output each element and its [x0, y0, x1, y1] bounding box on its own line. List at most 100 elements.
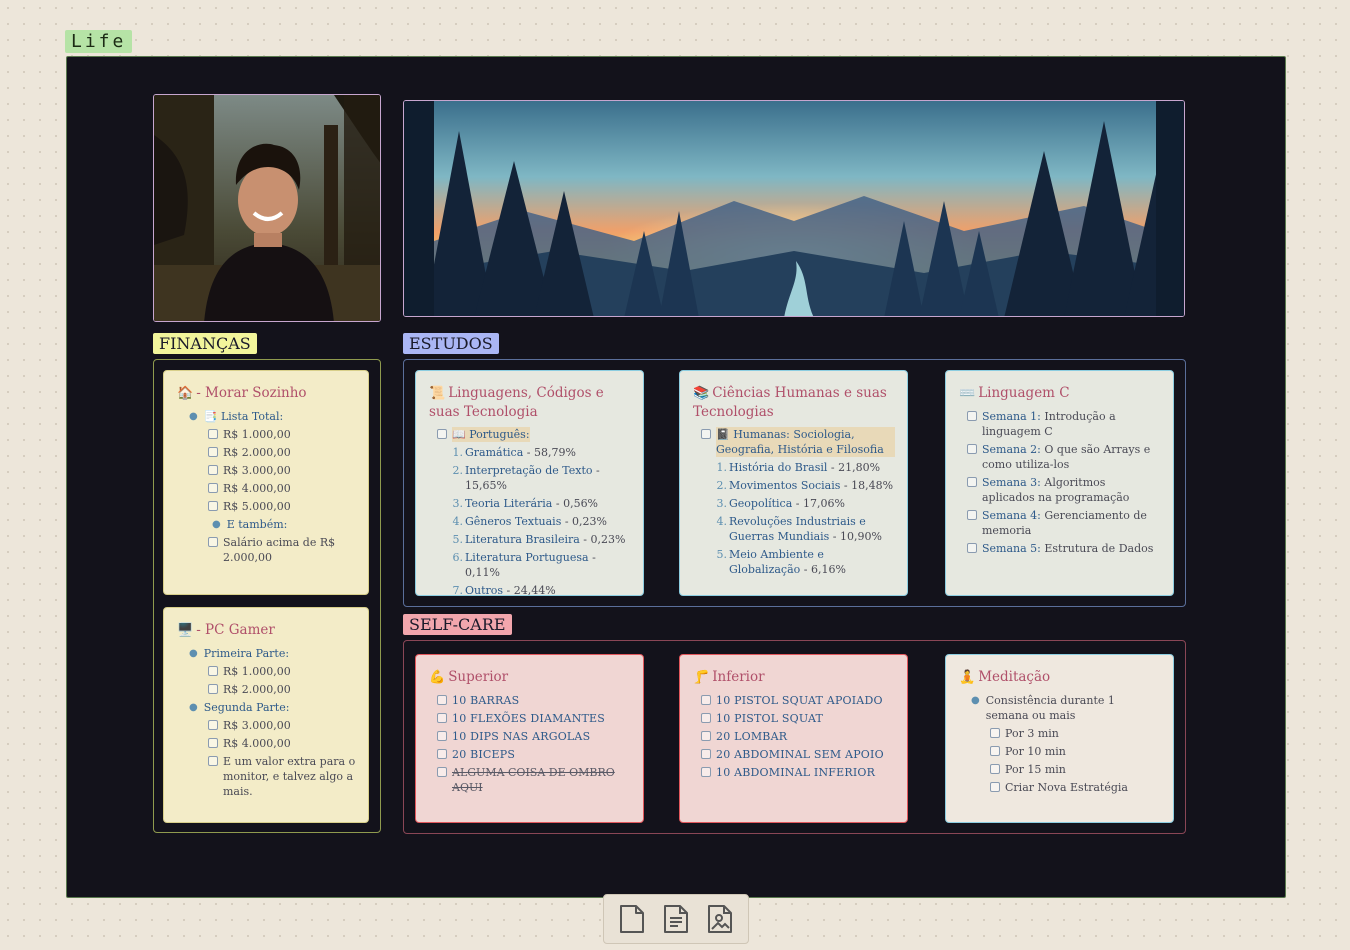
card-inferior[interactable]: 🦵 Inferior 10 PISTOL SQUAT APOIADO 10 PIST… — [679, 654, 908, 823]
list-item[interactable]: 2. Movimentos Sociais - 18,48% — [713, 478, 895, 493]
checkbox[interactable] — [208, 429, 218, 439]
checkbox[interactable] — [437, 767, 447, 777]
list-item[interactable]: R$ 1.000,00 — [208, 664, 356, 679]
checkbox[interactable] — [701, 731, 711, 741]
list-item[interactable]: 4. Gêneros Textuais - 0,23% — [449, 514, 631, 529]
list-item[interactable]: 10 BARRAS — [437, 693, 631, 708]
list-item[interactable]: 10 ABDOMINAL INFERIOR — [701, 765, 895, 780]
list-item[interactable]: 3. Teoria Literária - 0,56% — [449, 496, 631, 511]
list-item[interactable]: 20 BICEPS — [437, 747, 631, 762]
list-item[interactable]: R$ 3.000,00 — [208, 463, 356, 478]
section-label-estudos[interactable]: ESTUDOS — [403, 333, 499, 354]
list-item[interactable]: Semana 1: Introdução a linguagem C — [967, 409, 1161, 439]
list-icon: 📑 — [203, 410, 218, 423]
list-item[interactable]: Por 15 min — [990, 762, 1161, 777]
list-item[interactable]: 3. Geopolítica - 17,06% — [713, 496, 895, 511]
list-item[interactable]: 20 ABDOMINAL SEM APOIO — [701, 747, 895, 762]
list-item[interactable]: 2. Interpretação de Texto - 15,65% — [449, 463, 631, 493]
list-item[interactable]: 1. Gramática - 58,79% — [449, 445, 631, 460]
linguagens-list: 1. Gramática - 58,79% 2. Interpretação de T… — [437, 445, 631, 595]
list-item[interactable]: Por 3 min — [990, 726, 1161, 741]
checkbox[interactable] — [437, 731, 447, 741]
checkbox[interactable] — [437, 429, 447, 439]
section-label-financas[interactable]: FINANÇAS — [153, 333, 257, 354]
checkbox[interactable] — [437, 749, 447, 759]
checkbox[interactable] — [208, 465, 218, 475]
new-image-document-button[interactable] — [705, 904, 735, 934]
checkbox[interactable] — [967, 477, 977, 487]
checkbox[interactable] — [208, 666, 218, 676]
card-morar-sozinho[interactable]: 🏠 - Morar Sozinho ● 📑 Lista Total: R$ 1.00… — [163, 370, 369, 595]
checkbox[interactable] — [701, 767, 711, 777]
list-item[interactable]: 📖 Português: — [437, 427, 631, 442]
list-item[interactable]: Semana 2: O que são Arrays e como utiliz… — [967, 442, 1161, 472]
list-item[interactable]: 10 FLEXÕES DIAMANTES — [437, 711, 631, 726]
checkbox[interactable] — [967, 543, 977, 553]
card-pc-gamer[interactable]: 🖥️ - PC Gamer ● Primeira Parte: R$ 1.000,0… — [163, 607, 369, 823]
checkbox[interactable] — [437, 713, 447, 723]
card-linguagens[interactable]: 📜 Linguagens, Códigos e suas Tecnologia 📖… — [415, 370, 644, 596]
list-item[interactable]: E um valor extra para o monitor, e talve… — [208, 754, 356, 799]
checkbox[interactable] — [990, 728, 1000, 738]
checkbox[interactable] — [967, 444, 977, 454]
checkbox[interactable] — [967, 411, 977, 421]
checkbox[interactable] — [208, 720, 218, 730]
checkbox[interactable] — [990, 746, 1000, 756]
list-item[interactable]: 10 PISTOL SQUAT APOIADO — [701, 693, 895, 708]
checkbox[interactable] — [701, 695, 711, 705]
card-linguagem-c[interactable]: ⌨️ Linguagem C Semana 1: Introdução a lin… — [945, 370, 1174, 596]
list-item[interactable]: Por 10 min — [990, 744, 1161, 759]
list-item[interactable]: R$ 3.000,00 — [208, 718, 356, 733]
list-item[interactable]: Semana 4: Gerenciamento de memoria — [967, 508, 1161, 538]
list-item[interactable]: 1. História do Brasil - 21,80% — [713, 460, 895, 475]
list-item[interactable]: 4. Revoluções Industriais e Guerras Mundi… — [713, 514, 895, 544]
list-item[interactable]: 7. Outros - 24,44% — [449, 583, 631, 595]
list-item[interactable]: 5. Meio Ambiente e Globalização - 6,16% — [713, 547, 895, 577]
bullet-icon: ● — [189, 411, 198, 422]
list-item[interactable]: Salário acima de R$ 2.000,00 — [208, 535, 356, 565]
checkbox[interactable] — [701, 713, 711, 723]
board-title[interactable]: Life — [65, 30, 133, 53]
list-item[interactable]: 20 LOMBAR — [701, 729, 895, 744]
list-item[interactable]: 5. Literatura Brasileira - 0,23% — [449, 532, 631, 547]
list-item[interactable]: R$ 1.000,00 — [208, 427, 356, 442]
card-superior[interactable]: 💪 Superior 10 BARRAS 10 FLEXÕES DIAMANTES 1… — [415, 654, 644, 823]
profile-photo[interactable] — [153, 94, 381, 322]
list-item[interactable]: 10 PISTOL SQUAT — [701, 711, 895, 726]
list-item[interactable]: 6. Literatura Portuguesa - 0,11% — [449, 550, 631, 580]
banner-image[interactable] — [403, 100, 1185, 317]
list-item[interactable]: R$ 2.000,00 — [208, 445, 356, 460]
list-item[interactable]: Semana 3: Algoritmos aplicados na progra… — [967, 475, 1161, 505]
checkbox[interactable] — [208, 483, 218, 493]
list-item[interactable]: 10 DIPS NAS ARGOLAS — [437, 729, 631, 744]
canvas-board[interactable]: FINANÇAS 🏠 - Morar Sozinho ● 📑 Lista Total… — [66, 56, 1286, 898]
list-item[interactable]: R$ 2.000,00 — [208, 682, 356, 697]
checkbox[interactable] — [990, 782, 1000, 792]
list-item[interactable]: 📓 Humanas: Sociologia, Geografia, Histór… — [701, 427, 895, 457]
card-humanas[interactable]: 📚 Ciências Humanas e suas Tecnologias 📓 H… — [679, 370, 908, 596]
new-note-button[interactable] — [617, 904, 647, 934]
checkbox[interactable] — [208, 756, 218, 766]
house-icon: 🏠 — [177, 386, 194, 401]
checkbox[interactable] — [208, 537, 218, 547]
list-item[interactable]: Semana 5: Estrutura de Dados — [967, 541, 1161, 556]
checkbox[interactable] — [208, 447, 218, 457]
card-meditacao[interactable]: 🧘 Meditação ● Consistência durante 1 seman… — [945, 654, 1174, 823]
new-text-document-button[interactable] — [661, 904, 691, 934]
list-item[interactable]: ALGUMA COISA DE OMBRO AQUI — [437, 765, 631, 795]
notebook-icon: 📓 — [716, 428, 730, 441]
checkbox[interactable] — [701, 749, 711, 759]
list-item[interactable]: Criar Nova Estratégia — [990, 780, 1161, 795]
checkbox[interactable] — [208, 738, 218, 748]
checkbox[interactable] — [208, 501, 218, 511]
section-label-selfcare[interactable]: SELF-CARE — [403, 614, 512, 635]
bullet-icon: ● — [189, 648, 198, 659]
list-item[interactable]: R$ 5.000,00 — [208, 499, 356, 514]
checkbox[interactable] — [437, 695, 447, 705]
list-item[interactable]: R$ 4.000,00 — [208, 481, 356, 496]
list-item[interactable]: R$ 4.000,00 — [208, 736, 356, 751]
checkbox[interactable] — [990, 764, 1000, 774]
checkbox[interactable] — [208, 684, 218, 694]
checkbox[interactable] — [967, 510, 977, 520]
checkbox[interactable] — [701, 429, 711, 439]
